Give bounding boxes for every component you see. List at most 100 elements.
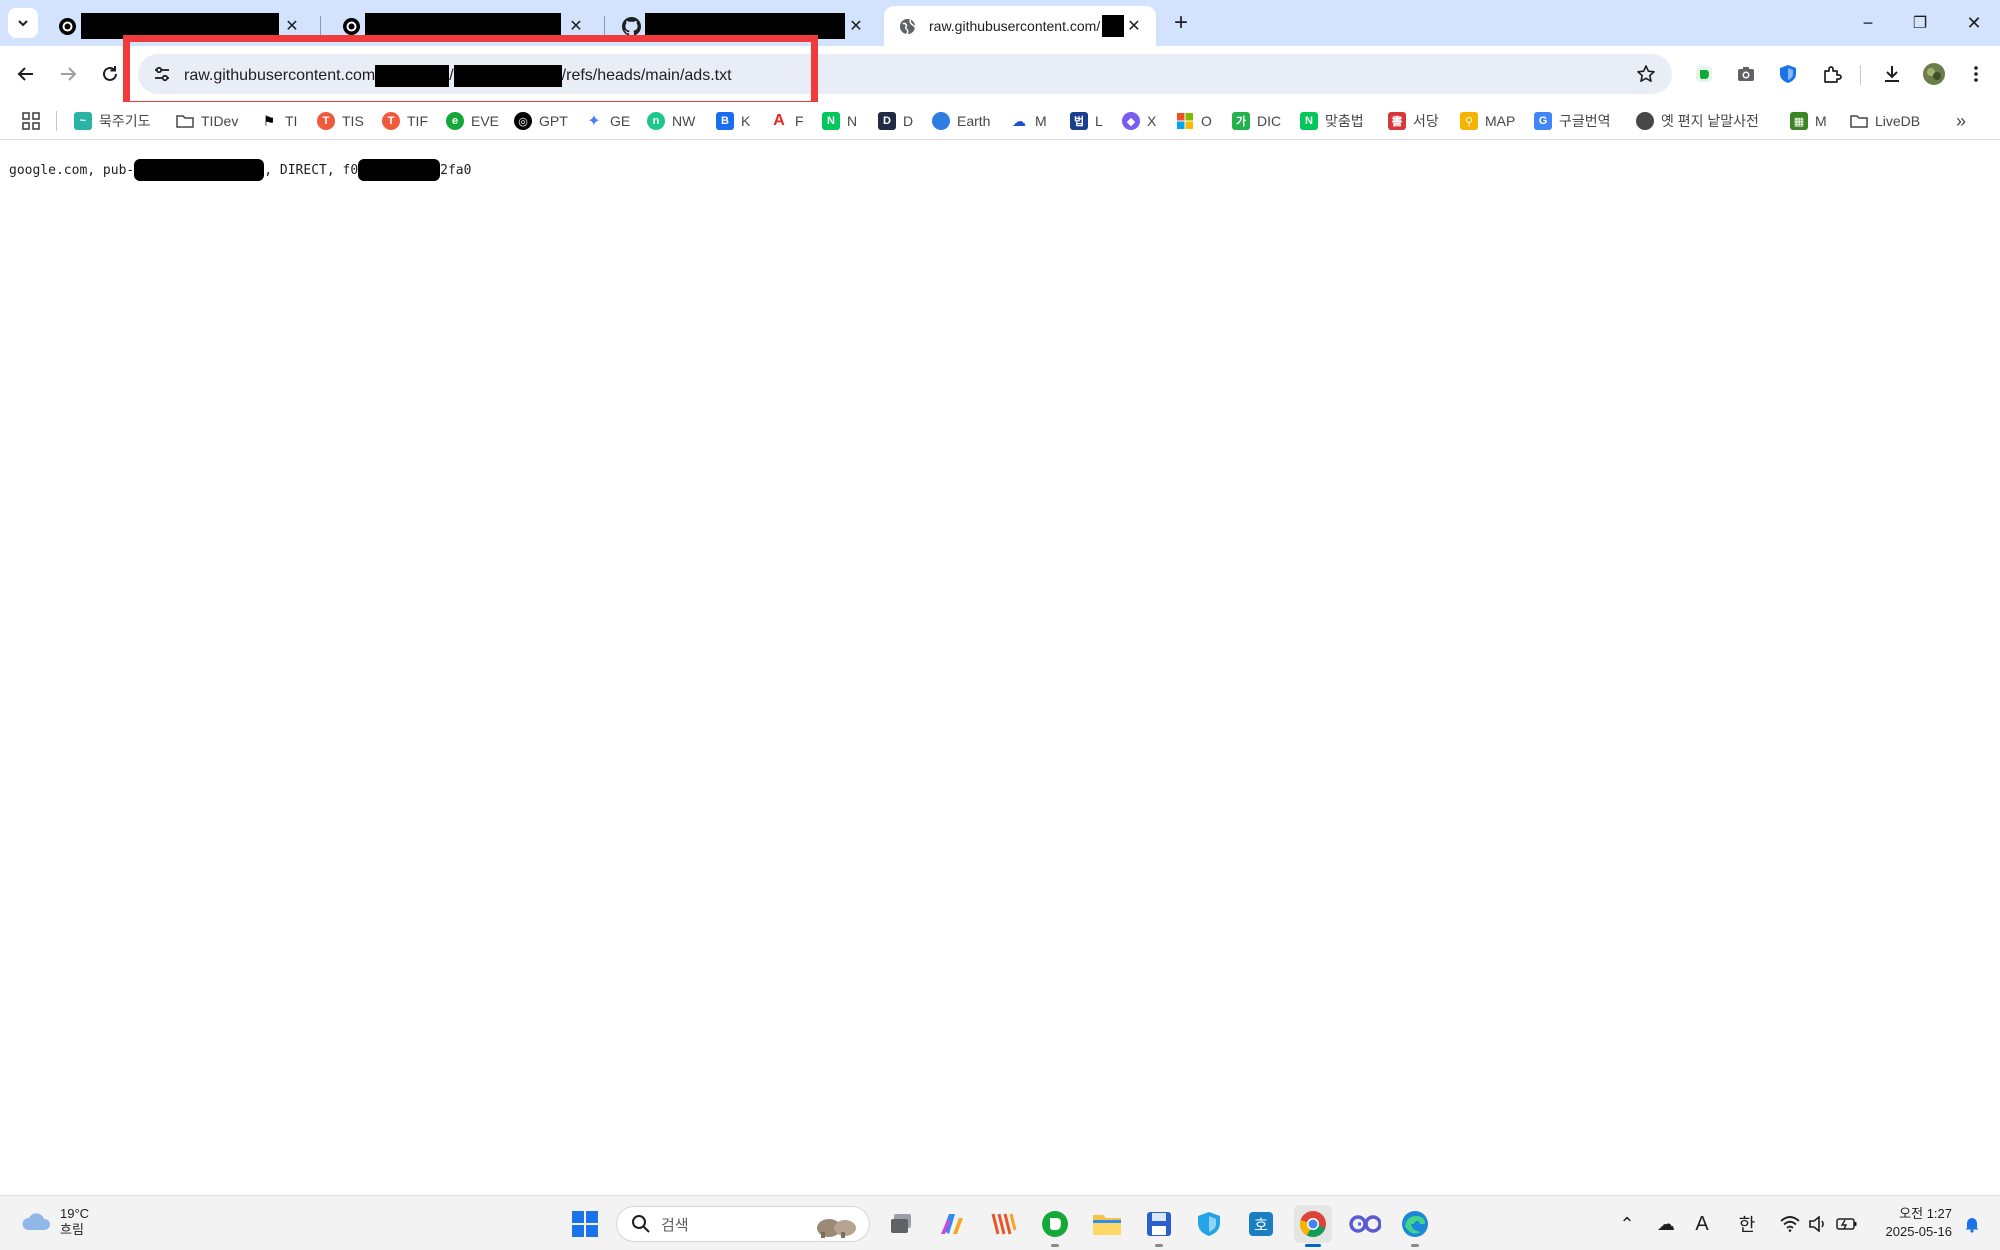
bookmark-item[interactable]: ◎ GPT xyxy=(514,107,568,135)
bookmark-item[interactable]: ◆ X xyxy=(1122,107,1156,135)
bookmark-item[interactable]: n NW xyxy=(647,107,695,135)
shield-extension-button[interactable] xyxy=(1772,58,1804,90)
bookmark-item[interactable]: DD xyxy=(878,107,913,135)
tab-search-button[interactable] xyxy=(8,8,38,38)
bookmark-label: GE xyxy=(610,113,631,129)
onedrive-button[interactable]: ☁ xyxy=(1652,1210,1680,1238)
notifications-button[interactable] xyxy=(1960,1210,1984,1238)
ime-mode-button[interactable]: A xyxy=(1690,1210,1714,1238)
copilot-icon: ◆ xyxy=(1122,112,1140,130)
copilot-icon xyxy=(941,1214,963,1234)
bookmark-item[interactable]: Earth xyxy=(932,107,990,135)
bookmark-label: N xyxy=(847,113,858,129)
tab-active[interactable]: raw.githubusercontent.com/ ✕ xyxy=(884,6,1156,46)
profile-button[interactable] xyxy=(1918,58,1950,90)
ime-language-button[interactable]: 한 xyxy=(1734,1210,1760,1238)
media-app[interactable] xyxy=(984,1205,1022,1243)
start-button[interactable] xyxy=(566,1205,604,1243)
bookmark-folder[interactable]: TIDev xyxy=(176,107,238,135)
folder-icon xyxy=(1093,1215,1121,1235)
close-tab-icon[interactable]: ✕ xyxy=(566,16,586,36)
bookmark-item[interactable]: e EVE xyxy=(446,107,499,135)
close-tab-icon[interactable]: ✕ xyxy=(1124,16,1144,36)
bookmark-item[interactable]: T TIF xyxy=(382,107,428,135)
go-app[interactable] xyxy=(1346,1205,1384,1243)
taskbar-search[interactable]: 검색 xyxy=(616,1206,870,1242)
restore-button[interactable]: ❐ xyxy=(1892,0,1948,46)
evernote-icon xyxy=(1696,66,1712,82)
bookmark-item[interactable]: N 맞춤법 xyxy=(1300,107,1364,135)
clock[interactable]: 오전 1:27 2025-05-16 xyxy=(1870,1205,1953,1241)
clock-time: 오전 1:27 xyxy=(1899,1206,1952,1221)
close-tab-icon[interactable]: ✕ xyxy=(846,16,866,36)
bookmark-item[interactable]: 가 DIC xyxy=(1232,107,1281,135)
bookmark-folder[interactable]: LiveDB xyxy=(1850,107,1920,135)
file-explorer-app[interactable] xyxy=(1088,1205,1126,1243)
menu-button[interactable] xyxy=(1960,58,1992,90)
downloads-button[interactable] xyxy=(1876,58,1908,90)
apps-button[interactable] xyxy=(18,108,44,134)
back-button[interactable] xyxy=(8,56,44,92)
circle-logo-icon xyxy=(58,17,77,36)
search-highlight-icon xyxy=(817,1219,856,1238)
bookmark-label: 서당 xyxy=(1413,113,1439,129)
close-window-button[interactable]: ✕ xyxy=(1946,0,2000,46)
bookmark-item[interactable]: O xyxy=(1176,107,1212,135)
windows-taskbar: 19°C 흐림 검색 호 ⌃ ☁ A 한 오전 1:27 2025-05-16 xyxy=(0,1195,2000,1250)
new-tab-button[interactable]: + xyxy=(1166,8,1196,38)
volume-icon[interactable] xyxy=(1806,1210,1830,1238)
bookmark-item[interactable]: ▦ M xyxy=(1790,107,1827,135)
dictionary-app[interactable]: 호 xyxy=(1242,1205,1280,1243)
d-icon: D xyxy=(878,112,896,130)
page-content: google.com, pub- , DIRECT, f0 2fa0 xyxy=(0,141,2000,1195)
bookmark-item[interactable]: 書 서당 xyxy=(1388,107,1439,135)
bookmark-label: K xyxy=(741,113,751,129)
save-app[interactable] xyxy=(1140,1205,1178,1247)
bookmark-item[interactable]: AF xyxy=(770,107,803,135)
bookmark-label: 옛 편지 낱말사전 xyxy=(1661,113,1759,129)
battery-icon[interactable] xyxy=(1834,1210,1860,1238)
bookmark-label: L xyxy=(1095,113,1103,129)
bookmark-item[interactable]: G 구글번역 xyxy=(1534,107,1611,135)
bookmark-item[interactable]: BK xyxy=(716,107,750,135)
bookmark-item[interactable]: ☁ M xyxy=(1010,107,1047,135)
shield-app[interactable] xyxy=(1190,1205,1228,1243)
screenshot-extension-button[interactable] xyxy=(1730,58,1762,90)
evernote-extension-button[interactable] xyxy=(1688,58,1720,90)
law-icon: 법 xyxy=(1070,112,1088,130)
b-icon: B xyxy=(716,112,734,130)
naver-icon: N xyxy=(822,112,840,130)
show-hidden-icons-button[interactable]: ⌃ xyxy=(1616,1210,1638,1238)
bookmark-item[interactable]: ✦ GE xyxy=(585,107,630,135)
bookmark-star-button[interactable] xyxy=(1632,60,1660,88)
ads-text-prefix: google.com, pub- xyxy=(9,162,135,178)
bookmark-item[interactable]: ⚑ TI xyxy=(260,107,298,135)
weather-widget[interactable]: 19°C 흐림 xyxy=(20,1206,89,1238)
arrow-right-icon xyxy=(61,67,77,81)
evernote-icon xyxy=(1042,1211,1068,1237)
bookmark-item[interactable]: 옛 편지 낱말사전 xyxy=(1636,107,1759,135)
go-icon xyxy=(1349,1215,1381,1233)
circle-logo-icon xyxy=(342,17,361,36)
bookmark-label: M xyxy=(1815,113,1827,129)
evernote-app[interactable] xyxy=(1036,1205,1074,1247)
bookmark-item[interactable]: NN xyxy=(822,107,857,135)
bookmarks-overflow-button[interactable]: » xyxy=(1948,108,1974,134)
folder-icon xyxy=(176,112,194,130)
bookmark-item[interactable]: T TIS xyxy=(317,107,364,135)
close-tab-icon[interactable]: ✕ xyxy=(282,16,302,36)
task-view-button[interactable] xyxy=(882,1205,920,1243)
bookmark-item[interactable]: 법L xyxy=(1070,107,1103,135)
extensions-button[interactable] xyxy=(1816,58,1848,90)
tab-divider xyxy=(320,16,321,36)
minimize-button[interactable]: − xyxy=(1840,0,1896,46)
edge-app[interactable] xyxy=(1396,1205,1434,1247)
copilot-app[interactable] xyxy=(932,1205,970,1243)
chrome-app[interactable] xyxy=(1294,1205,1332,1247)
edge-icon xyxy=(1402,1211,1428,1237)
bookmark-item[interactable]: ~ 묵주기도 xyxy=(74,107,151,135)
forward-button[interactable] xyxy=(50,56,86,92)
bookmark-item[interactable]: ⚲ MAP xyxy=(1460,107,1515,135)
wifi-icon[interactable] xyxy=(1778,1210,1802,1238)
bookmark-label: TI xyxy=(285,113,298,129)
